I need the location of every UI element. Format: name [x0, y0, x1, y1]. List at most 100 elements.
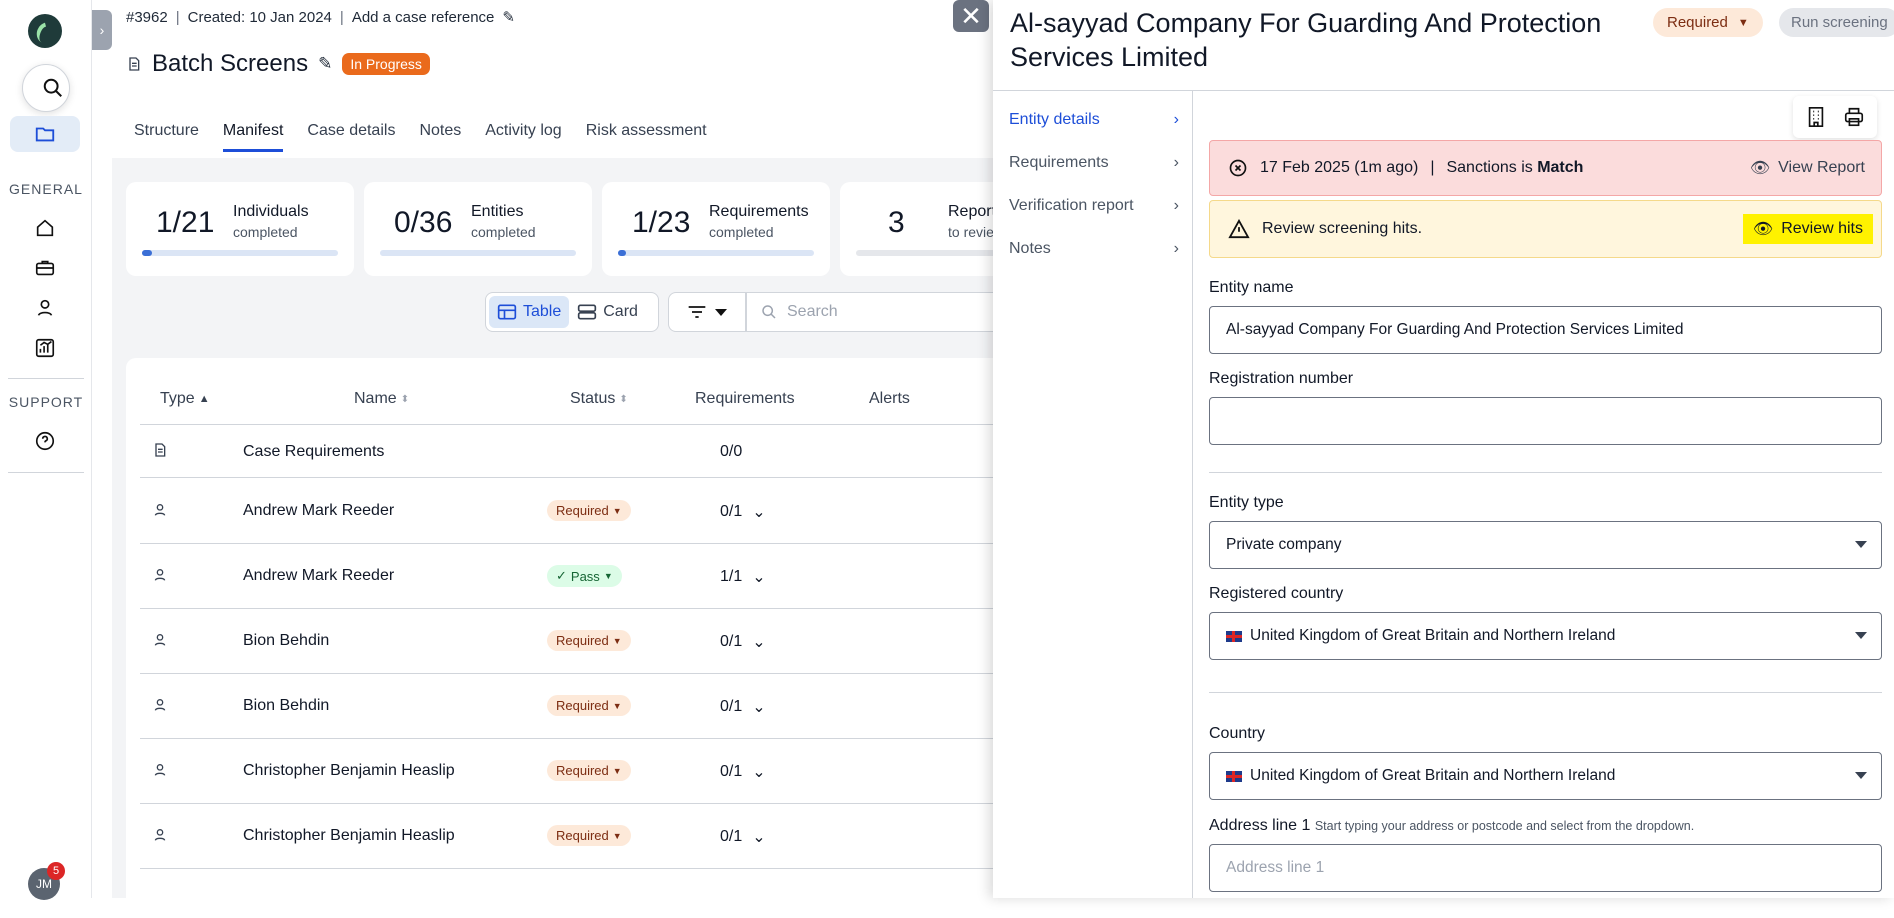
- search-input[interactable]: Search: [746, 292, 997, 332]
- run-screening-button[interactable]: Run screening: [1779, 8, 1894, 37]
- card-icon: [578, 304, 597, 320]
- sidebar-item-cases[interactable]: [10, 116, 80, 152]
- close-panel-button[interactable]: ✕: [953, 0, 989, 32]
- country-select[interactable]: United Kingdom of Great Britain and Nort…: [1209, 752, 1882, 800]
- sidebar-item-help[interactable]: [32, 428, 58, 454]
- column-header-label: Type: [160, 390, 195, 407]
- table-row-requirements[interactable]: 0/1 ⌄: [720, 632, 766, 652]
- pencil-icon[interactable]: ✎: [502, 8, 515, 26]
- requirements-count: 0/0: [720, 443, 743, 460]
- status-badge[interactable]: Required ▼: [547, 825, 631, 846]
- divider: [140, 803, 1010, 804]
- column-header-type[interactable]: Type ▲: [160, 390, 210, 408]
- tab-case-details[interactable]: Case details: [307, 122, 395, 152]
- entity-type-select[interactable]: Private company: [1209, 521, 1882, 569]
- tab-activity-log[interactable]: Activity log: [485, 122, 561, 152]
- app-logo[interactable]: [28, 14, 62, 48]
- table-view-button[interactable]: Table: [489, 296, 570, 328]
- edit-title-pencil-icon[interactable]: ✎: [318, 54, 332, 74]
- sidebar-item-reports[interactable]: [32, 335, 58, 361]
- requirements-count: 0/1: [720, 828, 743, 845]
- entity-name-field[interactable]: Al-sayyad Company For Guarding And Prote…: [1209, 306, 1882, 354]
- registered-country-select[interactable]: United Kingdom of Great Britain and Nort…: [1209, 612, 1882, 660]
- check-icon: ✓: [556, 568, 567, 583]
- user-icon: [154, 764, 166, 776]
- table-row-name[interactable]: Andrew Mark Reeder: [243, 502, 394, 520]
- table-icon: [497, 304, 517, 320]
- chevron-down-icon: ⌄: [752, 764, 766, 781]
- view-report-button[interactable]: 👁 View Report: [1750, 158, 1865, 178]
- nav-verification-report[interactable]: Verification report ›: [1009, 197, 1179, 215]
- column-header-name[interactable]: Name ⬍: [354, 390, 409, 408]
- status-badge[interactable]: ✓ Pass ▼: [547, 565, 622, 587]
- chevron-right-icon: ›: [99, 22, 105, 38]
- nav-label: Entity details: [1009, 111, 1100, 128]
- column-header-status[interactable]: Status ⬍: [570, 390, 628, 408]
- sidebar-item-home[interactable]: [32, 215, 58, 241]
- alert-date: 17 Feb 2025 (1m ago): [1260, 159, 1419, 176]
- panel-actions: [1793, 96, 1877, 138]
- required-status-dropdown[interactable]: Required ▼: [1653, 8, 1763, 37]
- caret-down-icon: ▼: [612, 505, 622, 516]
- tab-risk-assessment[interactable]: Risk assessment: [586, 122, 707, 152]
- sort-icon: ⬍: [400, 393, 410, 405]
- case-created: Created: 10 Jan 2024: [187, 8, 332, 26]
- stat-card-individuals: 1/21 Individuals completed: [126, 182, 354, 276]
- progress-fill: [142, 250, 152, 256]
- sidebar-item-briefcase[interactable]: [32, 255, 58, 281]
- chevron-down-icon: ⌄: [752, 504, 766, 521]
- address-line-1-label: Address line 1 Start typing your address…: [1209, 817, 1694, 835]
- stat-sublabel: completed: [709, 224, 774, 240]
- table-row-requirements[interactable]: 0/1 ⌄: [720, 827, 766, 847]
- table-row-name[interactable]: Andrew Mark Reeder: [243, 567, 394, 585]
- sidebar-search-button[interactable]: [22, 64, 70, 112]
- table-row-requirements[interactable]: 0/1 ⌄: [720, 697, 766, 717]
- print-icon[interactable]: [1843, 106, 1865, 128]
- table-row-name[interactable]: Bion Behdin: [243, 697, 329, 715]
- nav-entity-details[interactable]: Entity details ›: [1009, 111, 1179, 129]
- table-row-requirements[interactable]: 0/1 ⌄: [720, 502, 766, 522]
- filter-button[interactable]: [668, 292, 746, 332]
- eye-icon: 👁: [1752, 221, 1774, 238]
- column-header-label: Requirements: [695, 390, 795, 407]
- eye-icon: 👁: [1749, 160, 1771, 177]
- tab-manifest[interactable]: Manifest: [222, 122, 284, 152]
- status-badge[interactable]: Required ▼: [547, 695, 631, 716]
- sort-asc-icon: ▲: [198, 393, 210, 405]
- card-view-label: Card: [603, 303, 638, 320]
- page-title: Batch Screens: [152, 50, 309, 77]
- address-line-1-input[interactable]: Address line 1: [1209, 844, 1882, 892]
- add-case-reference-link[interactable]: Add a case reference: [352, 9, 495, 26]
- sidebar-item-users[interactable]: [32, 295, 58, 321]
- card-view-button[interactable]: Card: [569, 296, 646, 328]
- requirements-count: 0/1: [720, 698, 743, 715]
- table-row-name[interactable]: Bion Behdin: [243, 632, 329, 650]
- briefcase-icon: [35, 260, 55, 276]
- status-badge[interactable]: Required ▼: [547, 630, 631, 651]
- table-row-name[interactable]: Christopher Benjamin Heaslip: [243, 827, 455, 845]
- nav-label: Verification report: [1009, 197, 1134, 214]
- review-hits-button[interactable]: 👁 Review hits: [1742, 214, 1873, 244]
- divider: [1209, 692, 1882, 693]
- view-report-label: View Report: [1778, 159, 1865, 176]
- nav-notes[interactable]: Notes ›: [1009, 240, 1179, 258]
- tab-notes[interactable]: Notes: [419, 122, 461, 152]
- table-row-requirements[interactable]: 0/1 ⌄: [720, 762, 766, 782]
- nav-requirements[interactable]: Requirements ›: [1009, 154, 1179, 172]
- registration-number-field[interactable]: [1209, 397, 1882, 445]
- sort-icon: ⬍: [619, 393, 628, 405]
- building-icon[interactable]: [1805, 106, 1827, 128]
- search-placeholder: Search: [787, 303, 838, 320]
- table-row-name[interactable]: Christopher Benjamin Heaslip: [243, 762, 455, 780]
- registration-number-label: Registration number: [1209, 370, 1354, 387]
- status-badge[interactable]: Required ▼: [547, 500, 631, 521]
- progress-bar: [618, 250, 814, 256]
- status-badge[interactable]: Required ▼: [547, 760, 631, 781]
- progress-fill: [618, 250, 626, 256]
- collapse-sidebar-button[interactable]: ›: [92, 10, 112, 50]
- registered-country-label: Registered country: [1209, 585, 1344, 602]
- help-icon: [35, 431, 55, 451]
- tab-structure[interactable]: Structure: [134, 122, 199, 152]
- table-row-requirements[interactable]: 1/1 ⌄: [720, 567, 766, 587]
- table-row-name[interactable]: Case Requirements: [243, 443, 384, 461]
